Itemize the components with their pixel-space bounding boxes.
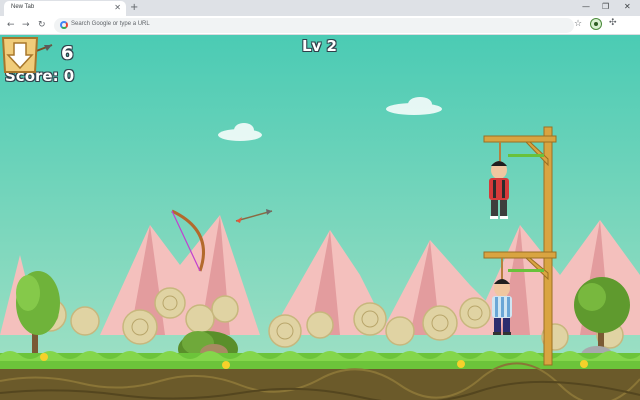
game-scene <box>0 44 640 400</box>
level-label: Lv 2 <box>302 37 337 55</box>
menu-down-arrow-icon[interactable] <box>0 35 40 75</box>
reload-icon[interactable]: ↻ <box>38 19 46 31</box>
extension-icon[interactable] <box>590 18 602 30</box>
soil <box>0 369 640 400</box>
extensions-puzzle-icon[interactable]: ✣ <box>609 18 617 28</box>
cloud <box>218 123 262 141</box>
tab-new-tab[interactable]: New Tab ✕ <box>4 1 126 16</box>
back-icon[interactable]: ← <box>7 19 15 31</box>
minimize-icon[interactable]: — <box>582 1 590 13</box>
address-placeholder: Search Google or type a URL <box>71 21 150 27</box>
game-canvas[interactable]: 6 Score: 0 Lv 2 <box>0 35 640 400</box>
tree-left <box>16 271 60 360</box>
arrow-projectile-icon <box>235 209 273 223</box>
address-bar[interactable]: Search Google or type a URL <box>54 18 574 33</box>
tab-close-icon[interactable]: ✕ <box>114 2 121 14</box>
arrows-left-count: 6 <box>61 43 74 64</box>
forward-icon[interactable]: → <box>22 19 30 31</box>
hanged-man-red <box>489 161 509 219</box>
window-close-icon[interactable]: ✕ <box>624 1 631 13</box>
new-tab-button[interactable]: + <box>130 1 138 14</box>
tab-title: New Tab <box>11 4 35 10</box>
bookmark-star-icon[interactable]: ☆ <box>574 19 582 29</box>
google-icon <box>60 21 68 29</box>
browser-toolbar: ← → ↻ Search Google or type a URL <box>0 16 640 35</box>
tab-strip: New Tab ✕ + — ❐ ✕ <box>0 0 640 16</box>
cloud <box>386 97 442 115</box>
restore-icon[interactable]: ❐ <box>602 1 609 13</box>
